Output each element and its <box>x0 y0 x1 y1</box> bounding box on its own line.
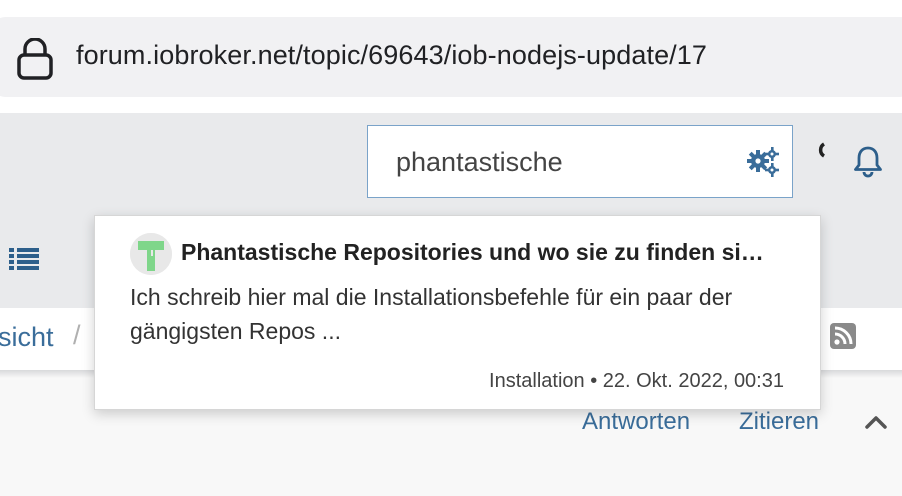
list-icon[interactable] <box>9 248 39 270</box>
quote-link[interactable]: Zitieren <box>739 408 819 436</box>
user-icon-partial[interactable] <box>814 140 826 164</box>
chevron-up-icon[interactable] <box>864 414 888 430</box>
breadcrumb-item[interactable]: sicht <box>0 322 54 353</box>
avatar <box>130 233 172 275</box>
browser-toolbar: forum.iobroker.net/topic/69643/iob-nodej… <box>0 0 902 113</box>
result-meta: Installation • 22. Okt. 2022, 00:31 <box>489 370 784 392</box>
result-title[interactable]: Phantastische Repositories und wo sie zu… <box>181 239 787 266</box>
iobroker-logo <box>130 233 172 275</box>
gears-icon[interactable] <box>746 146 780 178</box>
bell-icon[interactable] <box>853 145 883 178</box>
search-box[interactable] <box>367 125 793 198</box>
lock-icon[interactable] <box>15 38 55 80</box>
breadcrumb-separator: / <box>73 320 81 350</box>
rss-icon[interactable] <box>830 323 856 349</box>
reply-link[interactable]: Antworten <box>582 408 690 436</box>
search-input[interactable] <box>396 144 736 180</box>
result-snippet[interactable]: Ich schreib hier mal die Installationsbe… <box>130 280 770 348</box>
url-text[interactable]: forum.iobroker.net/topic/69643/iob-nodej… <box>76 40 707 71</box>
search-results-dropdown[interactable]: Phantastische Repositories und wo sie zu… <box>94 215 821 410</box>
